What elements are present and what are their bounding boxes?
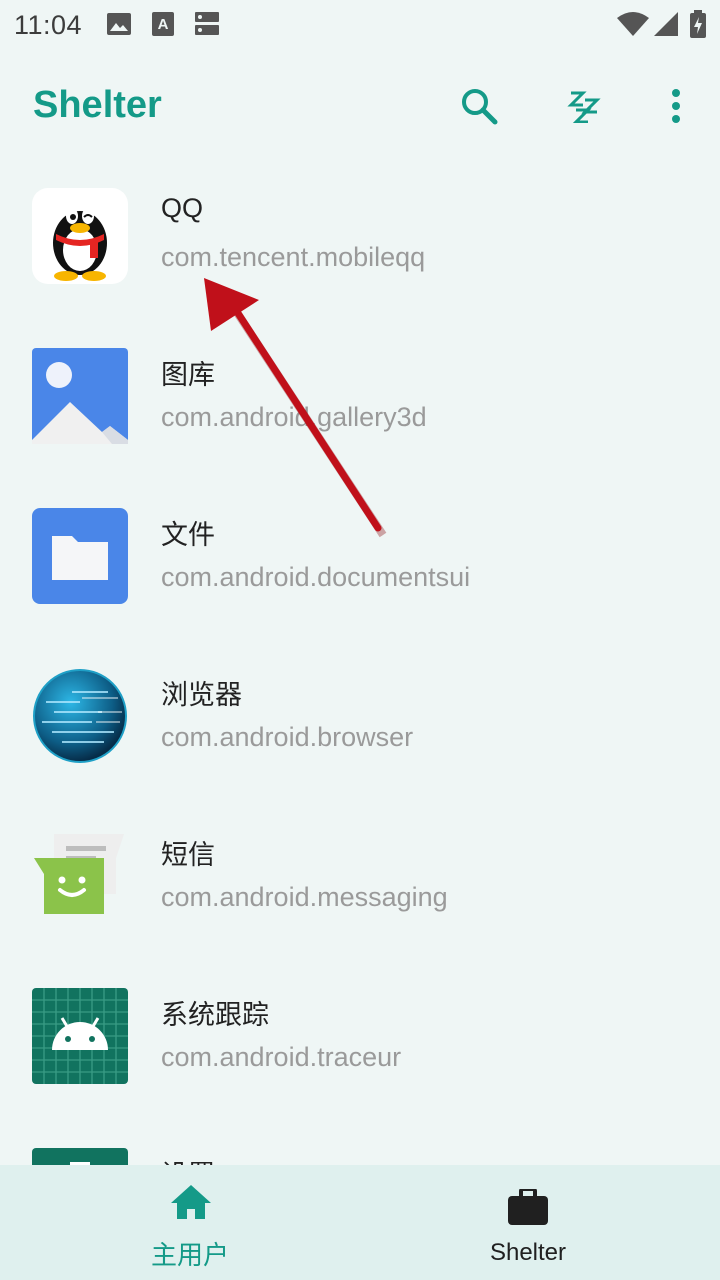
- globe-icon: [33, 669, 127, 763]
- bottom-navigation: 主用户 Shelter: [0, 1165, 720, 1280]
- list-item[interactable]: 设置: [0, 1120, 720, 1165]
- more-options-button[interactable]: [650, 80, 702, 132]
- app-name: 文件: [161, 520, 215, 550]
- messaging-icon: [34, 834, 124, 914]
- nav-shelter[interactable]: Shelter: [348, 1165, 708, 1280]
- status-bar: 11:04 A: [0, 0, 720, 50]
- app-package: com.android.messaging: [161, 882, 448, 912]
- nav-shelter-label: Shelter: [489, 1239, 567, 1266]
- app-package: com.android.documentsui: [161, 562, 471, 592]
- app-name: 浏览器: [161, 680, 242, 710]
- a-icon: A: [152, 12, 174, 36]
- nav-main-user[interactable]: 主用户: [10, 1165, 370, 1280]
- briefcase-icon: [508, 1189, 548, 1225]
- more-vert-icon: [672, 89, 680, 123]
- battery-charging-icon: [690, 10, 706, 38]
- list-item[interactable]: 短信 com.android.messaging: [0, 800, 720, 960]
- freeze-zzz-icon: [567, 91, 601, 123]
- home-icon: [171, 1185, 211, 1219]
- gallery-icon: [32, 348, 128, 444]
- app-list[interactable]: QQ com.tencent.mobileqq 图库 com.android.g…: [0, 160, 720, 1165]
- signal-icon: [654, 12, 678, 36]
- svg-text:A: A: [158, 16, 169, 33]
- search-icon: [462, 89, 498, 125]
- freeze-all-button[interactable]: [558, 80, 610, 132]
- app-name: 系统跟踪: [161, 1000, 269, 1030]
- settings-icon: [32, 1148, 128, 1165]
- image-icon: [107, 13, 131, 35]
- list-item[interactable]: QQ com.tencent.mobileqq: [0, 160, 720, 320]
- app-name: 图库: [161, 360, 215, 390]
- app-title: Shelter: [33, 84, 162, 126]
- android-traceur-icon: [32, 988, 128, 1084]
- qq-penguin-icon: [32, 188, 128, 284]
- server-icon: [195, 12, 219, 35]
- app-name: 设置: [161, 1153, 215, 1165]
- app-name: 短信: [161, 840, 215, 870]
- app-package: com.tencent.mobileqq: [161, 242, 426, 272]
- status-time: 11:04: [14, 10, 83, 40]
- search-button[interactable]: [453, 80, 505, 132]
- nav-main-user-label: 主用户: [150, 1240, 229, 1270]
- app-package: com.android.browser: [161, 722, 414, 752]
- list-item[interactable]: 浏览器 com.android.browser: [0, 640, 720, 800]
- app-package: com.android.traceur: [161, 1042, 402, 1072]
- wifi-icon: [617, 12, 649, 36]
- app-bar: Shelter: [0, 60, 720, 150]
- list-item[interactable]: 文件 com.android.documentsui: [0, 480, 720, 640]
- folder-icon: [32, 508, 128, 604]
- list-item[interactable]: 图库 com.android.gallery3d: [0, 320, 720, 480]
- list-item[interactable]: 系统跟踪 com.android.traceur: [0, 960, 720, 1120]
- app-package: com.android.gallery3d: [161, 402, 427, 432]
- app-name: QQ: [161, 193, 204, 223]
